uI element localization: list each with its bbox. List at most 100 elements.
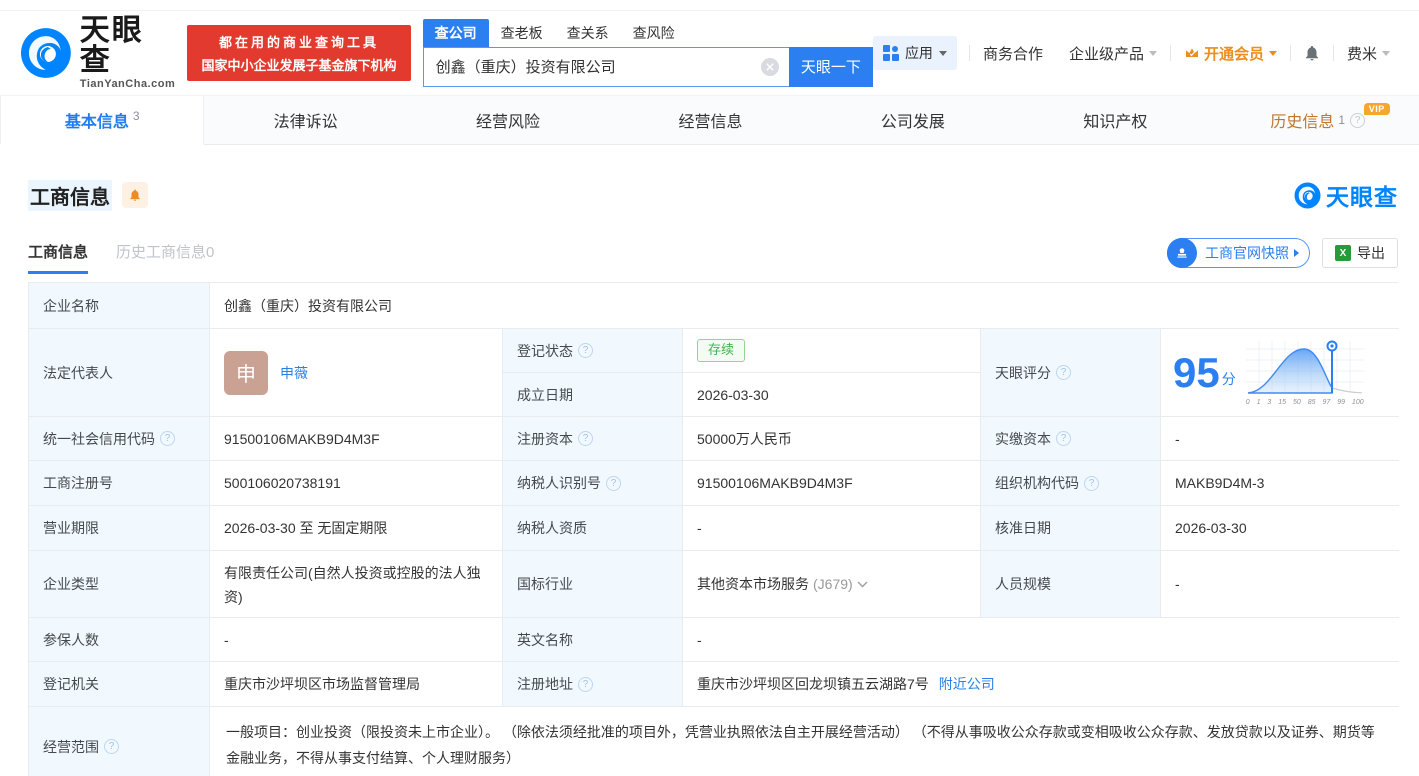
apps-grid-icon — [883, 45, 899, 61]
nearby-companies-link[interactable]: 附近公司 — [939, 674, 995, 694]
value-approval-date: 2026-03-30 — [1161, 506, 1399, 551]
status-badge: 存续 — [697, 339, 745, 361]
monitor-bell-button[interactable] — [122, 182, 148, 208]
official-snapshot-label: 工商官网快照 — [1205, 243, 1289, 263]
search-tab-company[interactable]: 查公司 — [423, 19, 489, 47]
label-company-name: 企业名称 — [29, 283, 210, 329]
value-establish-date: 2026-03-30 — [683, 373, 981, 417]
chevron-down-icon — [1269, 51, 1277, 56]
help-icon[interactable]: ? — [578, 343, 593, 358]
industry-code: (J679) — [813, 576, 853, 592]
export-label: 导出 — [1357, 243, 1385, 263]
label-registration-number: 工商注册号 — [29, 461, 210, 506]
tab-legal-litigation[interactable]: 法律诉讼 — [204, 96, 406, 144]
tab-basic-info-label: 基本信息 — [65, 108, 129, 132]
value-registered-capital: 50000万人民币 — [683, 417, 981, 461]
tab-history-info[interactable]: VIP 历史信息 1 ? — [1217, 96, 1419, 144]
excel-icon: X — [1335, 245, 1351, 261]
tab-operation-risk[interactable]: 经营风险 — [407, 96, 609, 144]
export-button[interactable]: X 导出 — [1322, 238, 1398, 268]
value-org-code: MAKB9D4M-3 — [1161, 461, 1399, 506]
value-taxpayer-quality: - — [683, 506, 981, 551]
value-registration-authority: 重庆市沙坪坝区市场监督管理局 — [210, 662, 503, 707]
help-icon[interactable]: ? — [1084, 476, 1099, 491]
vip-badge: VIP — [1364, 103, 1390, 115]
tab-legal-litigation-label: 法律诉讼 — [274, 108, 338, 132]
clear-search-icon[interactable] — [761, 58, 779, 76]
label-staff-size: 人员规模 — [981, 551, 1161, 618]
tab-basic-info-count: 3 — [133, 109, 140, 123]
label-paid-capital: 实缴资本 ? — [981, 417, 1161, 461]
search-button[interactable]: 天眼一下 — [789, 47, 873, 87]
tab-intellectual-property-label: 知识产权 — [1083, 108, 1147, 132]
label-business-term: 营业期限 — [29, 506, 210, 551]
subtab-business-info[interactable]: 工商信息 — [28, 241, 88, 274]
apps-menu-button[interactable]: 应用 — [873, 36, 957, 70]
search-input[interactable] — [423, 47, 789, 87]
chevron-down-icon[interactable] — [857, 581, 868, 588]
search-tab-boss[interactable]: 查老板 — [489, 19, 555, 47]
label-english-name: 英文名称 — [503, 618, 683, 662]
notifications-bell-button[interactable] — [1291, 44, 1333, 62]
value-registration-status: 存续 — [683, 329, 981, 373]
enterprise-products-menu[interactable]: 企业级产品 — [1056, 43, 1170, 64]
subtab-history-business-info[interactable]: 历史工商信息0 — [116, 241, 214, 274]
tab-company-development[interactable]: 公司发展 — [812, 96, 1014, 144]
label-registration-status: 登记状态 ? — [503, 329, 683, 373]
bell-icon — [1303, 44, 1321, 62]
value-english-name: - — [683, 618, 1399, 662]
value-legal-representative: 申 申薇 — [210, 329, 503, 417]
score-distribution-chart: 0131550859799100 — [1246, 339, 1366, 406]
crown-icon — [1184, 45, 1200, 61]
value-credit-code: 91500106MAKB9D4M3F — [210, 417, 503, 461]
value-insured-count: - — [210, 618, 503, 662]
search-tab-risk[interactable]: 查风险 — [621, 19, 687, 47]
tianyancha-logo[interactable]: 天眼查 TianYanCha.com — [20, 16, 175, 90]
open-vip-button[interactable]: 开通会员 — [1171, 43, 1290, 64]
user-account-menu[interactable]: 费米 — [1334, 43, 1403, 64]
value-industry[interactable]: 其他资本市场服务 (J679) — [683, 551, 981, 618]
tab-intellectual-property[interactable]: 知识产权 — [1014, 96, 1216, 144]
help-icon[interactable]: ? — [606, 476, 621, 491]
search-tab-relation[interactable]: 查关系 — [555, 19, 621, 47]
help-icon[interactable]: ? — [578, 431, 593, 446]
business-cooperation-link[interactable]: 商务合作 — [970, 43, 1056, 64]
help-icon[interactable]: ? — [104, 739, 119, 754]
slogan-line-1: 都在用的商业查询工具 — [219, 32, 379, 51]
help-icon[interactable]: ? — [578, 677, 593, 692]
watermark-logo: 天眼查 — [1294, 178, 1398, 212]
tab-operation-info[interactable]: 经营信息 — [609, 96, 811, 144]
tab-history-info-label: 历史信息 — [1270, 108, 1334, 132]
legal-representative-link[interactable]: 申薇 — [280, 363, 308, 383]
label-legal-representative: 法定代表人 — [29, 329, 210, 417]
chevron-down-icon — [939, 51, 947, 56]
stamp-icon — [1167, 238, 1197, 268]
tab-operation-risk-label: 经营风险 — [476, 108, 540, 132]
slogan-line-2: 国家中小企业发展子基金旗下机构 — [202, 55, 397, 74]
official-snapshot-button[interactable]: 工商官网快照 — [1167, 238, 1310, 268]
label-registration-authority: 登记机关 — [29, 662, 210, 707]
tab-basic-info[interactable]: 基本信息 3 — [0, 96, 204, 145]
tianyancha-swirl-icon — [20, 27, 72, 79]
value-paid-capital: - — [1161, 417, 1399, 461]
value-staff-size: - — [1161, 551, 1399, 618]
label-business-scope: 经营范围 ? — [29, 707, 210, 776]
section-title: 工商信息 — [28, 180, 112, 211]
help-icon[interactable]: ? — [160, 431, 175, 446]
apps-menu-label: 应用 — [905, 43, 933, 63]
help-icon[interactable]: ? — [1056, 365, 1071, 380]
value-tyc-score[interactable]: 95 分 — [1161, 329, 1399, 417]
help-icon[interactable]: ? — [1056, 431, 1071, 446]
avatar[interactable]: 申 — [224, 351, 268, 395]
label-establish-date: 成立日期 — [503, 373, 683, 417]
score-unit: 分 — [1222, 369, 1236, 394]
username: 费米 — [1347, 43, 1377, 64]
help-icon[interactable]: ? — [1350, 113, 1365, 128]
arrow-right-icon — [1294, 249, 1299, 257]
logo-domain: TianYanCha.com — [80, 79, 176, 90]
label-credit-code: 统一社会信用代码 ? — [29, 417, 210, 461]
chevron-down-icon — [1382, 51, 1390, 56]
value-company-type: 有限责任公司(自然人投资或控股的法人独资) — [210, 551, 503, 618]
search-tabs: 查公司 查老板 查关系 查风险 — [423, 20, 873, 47]
label-org-code: 组织机构代码 ? — [981, 461, 1161, 506]
